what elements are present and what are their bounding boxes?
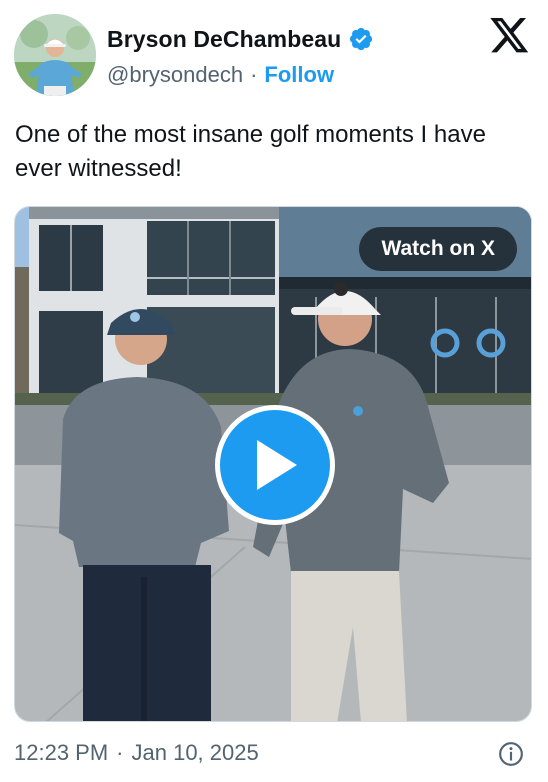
video-media[interactable]: Watch on X [14,206,532,722]
follow-button[interactable]: Follow [264,62,334,88]
author-display-name[interactable]: Bryson DeChambeau [107,26,341,53]
tweet-text: One of the most insane golf moments I ha… [15,121,486,182]
tweet-date: Jan 10, 2025 [131,740,259,765]
author-handle-row: @brysondech · Follow [107,61,334,89]
x-logo-icon[interactable] [490,18,530,54]
tweet-embed-card: Bryson DeChambeau @brysondech · Follow O… [0,0,548,782]
timestamp-separator: · [116,740,124,765]
avatar[interactable] [14,14,96,96]
watch-on-x-button[interactable]: Watch on X [359,227,517,271]
tweet-time: 12:23 PM [14,740,109,765]
play-icon [257,440,297,490]
author-handle[interactable]: @brysondech [107,62,243,88]
tweet-timestamp[interactable]: 12:23 PM · Jan 10, 2025 [14,738,259,768]
play-button[interactable] [215,405,335,525]
handle-separator: · [250,62,258,87]
verified-badge-icon [350,27,373,51]
avatar-image [14,14,96,96]
author-name-row: Bryson DeChambeau [107,24,374,54]
info-icon[interactable] [498,741,524,767]
